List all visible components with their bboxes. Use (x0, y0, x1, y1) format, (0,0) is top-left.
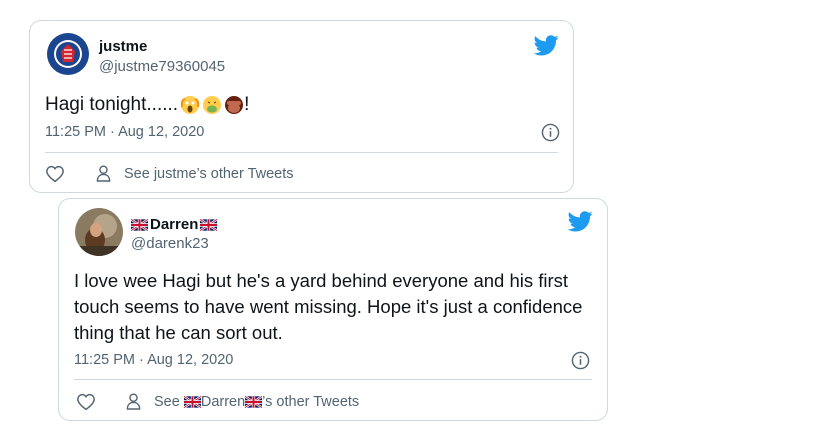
scream-emoji-icon (180, 96, 200, 114)
display-name[interactable]: justme (99, 38, 147, 55)
person-icon[interactable] (96, 165, 111, 182)
user-handle[interactable]: @justme79360045 (99, 58, 225, 75)
like-heart-icon[interactable] (45, 165, 65, 183)
twitter-bird-icon[interactable] (534, 35, 559, 56)
divider (74, 379, 592, 380)
see-suffix: ’s other Tweets (262, 394, 360, 410)
display-name-text: Darren (150, 216, 199, 233)
see-no-evil-monkey-icon (225, 96, 244, 114)
timestamp[interactable]: 11:25 PM · Aug 12, 2020 (45, 124, 204, 140)
uk-flag-icon (183, 396, 201, 408)
avatar[interactable] (45, 31, 91, 77)
see-prefix: See (154, 394, 184, 410)
see-other-tweets-link[interactable]: See justme’s other Tweets (124, 166, 294, 182)
user-photo-icon (75, 208, 123, 256)
tweet-card-darren[interactable]: Darren @darenk23 I love wee Hagi but he'… (58, 198, 608, 421)
user-handle[interactable]: @darenk23 (131, 235, 209, 252)
avatar[interactable] (75, 208, 123, 256)
person-icon[interactable] (126, 393, 141, 410)
divider (45, 152, 558, 153)
uk-flag-icon (131, 218, 148, 231)
rangers-crest-icon (45, 31, 91, 77)
uk-flag-icon (245, 396, 263, 408)
see-other-tweets-link[interactable]: See Darren ’s other Tweets (154, 394, 359, 410)
timestamp[interactable]: 11:25 PM · Aug 12, 2020 (74, 352, 233, 368)
nauseated-emoji-icon (203, 96, 222, 114)
tweet-text-suffix: ! (244, 94, 250, 115)
tweet-text: Hagi tonight...... ! (45, 94, 249, 116)
display-name[interactable]: Darren (131, 216, 218, 233)
twitter-bird-icon[interactable] (568, 211, 593, 232)
tweet-text: I love wee Hagi but he's a yard behind e… (74, 270, 583, 343)
info-icon[interactable] (571, 351, 590, 370)
see-name: Darren (200, 394, 246, 410)
uk-flag-icon (200, 218, 218, 231)
like-heart-icon[interactable] (76, 393, 96, 411)
info-icon[interactable] (541, 123, 560, 142)
tweet-text-main: Hagi tonight...... (45, 94, 179, 115)
tweet-card-justme[interactable]: justme @justme79360045 Hagi tonight.....… (29, 20, 574, 193)
